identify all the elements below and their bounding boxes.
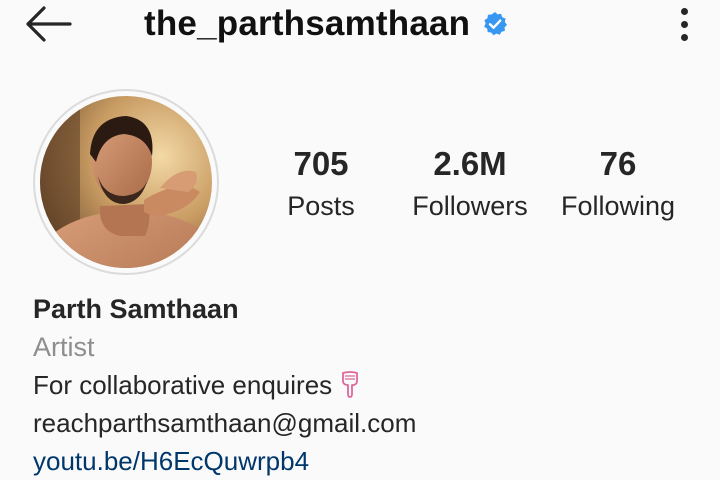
profile-bio: Parth Samthaan Artist For collaborative … (33, 290, 703, 480)
bio-line: For collaborative enquires (33, 366, 703, 404)
bio-email[interactable]: reachparthsamthaan@gmail.com (33, 404, 703, 442)
pointing-down-icon (338, 370, 362, 398)
avatar (40, 96, 212, 268)
following-count: 76 (599, 145, 637, 182)
following-stat[interactable]: 76 Following (552, 142, 684, 226)
verified-badge-icon (482, 11, 508, 37)
profile-full-name: Parth Samthaan (33, 294, 239, 324)
followers-label: Followers (412, 191, 528, 221)
avatar-ring[interactable] (33, 89, 219, 275)
profile-category: Artist (33, 332, 95, 362)
followers-stat[interactable]: 2.6M Followers (404, 142, 536, 226)
username-header: the_parthsamthaan (144, 2, 508, 46)
bio-website-link[interactable]: youtu.be/H6EcQuwrpb4 (33, 446, 309, 476)
bio-text: For collaborative enquires (33, 370, 333, 400)
posts-count: 705 (293, 145, 349, 182)
following-label: Following (560, 191, 676, 221)
more-vertical-icon (680, 7, 688, 15)
more-vertical-dot (680, 20, 688, 28)
followers-count: 2.6M (433, 145, 507, 182)
back-button[interactable] (20, 4, 76, 44)
arrow-left-icon (26, 6, 72, 42)
posts-stat[interactable]: 705 Posts (262, 142, 380, 226)
more-vertical-dot (680, 33, 688, 41)
more-options-button[interactable] (664, 2, 704, 46)
profile-username: the_parthsamthaan (144, 4, 471, 43)
posts-label: Posts (287, 191, 355, 221)
top-bar: the_parthsamthaan (0, 0, 720, 60)
